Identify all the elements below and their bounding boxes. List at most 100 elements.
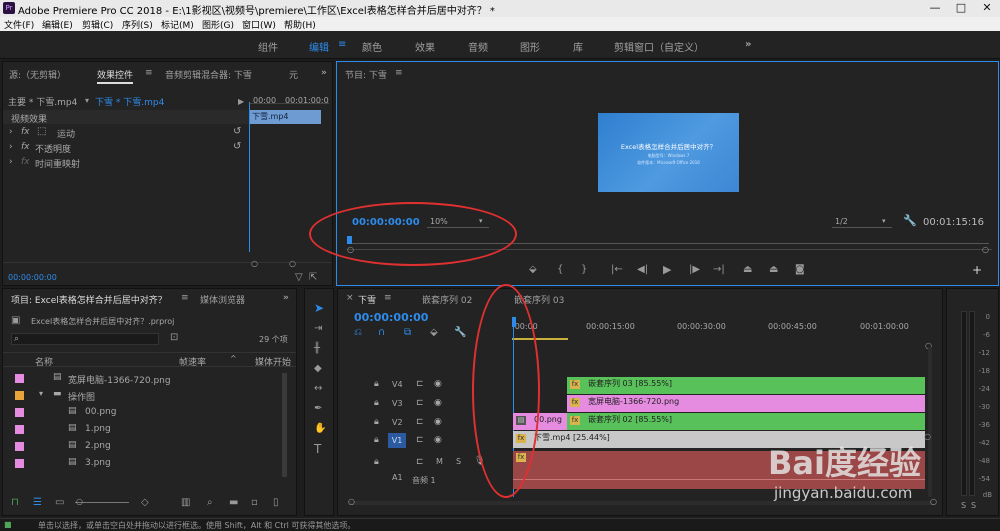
close-icon[interactable]: × [346,293,354,303]
maximize-button[interactable]: □ [948,0,974,16]
selection-tool-icon[interactable]: ➤ [314,302,324,314]
add-button-icon[interactable]: + [972,264,982,276]
clip-nested-02[interactable]: fx 嵌套序列 02 [85.55%] [567,413,925,430]
go-to-in-icon[interactable]: |← [611,265,623,275]
lock-icon[interactable]: 🔒︎ [374,435,379,445]
list-item[interactable]: ▤ 00.png [3,405,281,420]
chevron-right-icon[interactable]: › [9,157,13,167]
new-bin-icon[interactable]: ▬ [229,498,238,508]
lock-icon[interactable]: 🔒︎ [374,417,379,427]
menu-sequence[interactable]: 序列(S) [122,18,153,31]
play-icon[interactable]: ▶ [663,264,671,275]
wrench-icon[interactable]: 🔧 [454,328,466,338]
list-item[interactable]: ▾ ▬ 操作图 [3,388,281,403]
automate-icon[interactable]: ▥ [181,498,190,508]
timeline-ruler[interactable]: :00:00 00:00:15:00 00:00:30:00 00:00:45:… [512,308,926,343]
eye-icon[interactable]: ◉ [434,435,442,445]
tab-menu-icon[interactable]: ≡ [145,68,153,78]
step-forward-icon[interactable]: |▶ [689,265,700,275]
mark-out-icon[interactable]: } [581,265,587,275]
panel-more-icon[interactable]: » [321,68,327,78]
col-media-start[interactable]: 媒体开始 [255,355,291,368]
menu-graphics[interactable]: 图形(G) [202,18,234,31]
nest-icon[interactable]: ⎌ [354,328,362,338]
master-clip-label[interactable]: 主要 * 下雪.mp4 [8,95,77,108]
ripple-edit-icon[interactable]: ╫ [314,344,320,354]
mark-in-icon[interactable]: { [557,265,563,275]
workspace-editing[interactable]: 编辑 [309,39,329,54]
type-icon[interactable]: T [314,443,321,455]
add-marker-icon[interactable]: ⬙ [529,265,537,275]
tab-sequence-main[interactable]: 下雪 [358,293,376,306]
go-to-out-icon[interactable]: →| [713,265,725,275]
project-scrollbar[interactable] [282,373,287,477]
tab-menu-icon[interactable]: ≡ [384,293,392,303]
reset-icon[interactable]: ↺ [233,126,241,137]
menu-file[interactable]: 文件(F) [4,18,34,31]
sort-icons-icon[interactable]: ◇ [141,498,149,508]
step-back-icon[interactable]: ◀| [637,265,648,275]
sort-icon[interactable]: ^ [230,354,237,363]
tab-menu-icon[interactable]: ≡ [181,293,189,303]
new-bin-icon[interactable]: ⊡ [170,333,178,343]
effect-row-opacity[interactable]: › fx 不透明度 ↺ [3,141,332,156]
trash-icon[interactable]: ▯ [273,498,279,508]
search-input[interactable]: ⌕ [11,333,159,345]
lift-icon[interactable]: ⏏ [743,265,752,275]
effect-timecode[interactable]: 00:00:00:00 [8,273,57,282]
reset-icon[interactable]: ↺ [233,141,241,152]
tab-media-browser[interactable]: 媒体浏览器 [200,293,245,306]
workspace-menu-icon[interactable]: ≡ [338,39,346,50]
sync-icon[interactable]: ⊏ [416,417,424,427]
eye-icon[interactable]: ◉ [434,417,442,427]
workspace-assembly[interactable]: 组件 [258,39,278,54]
export-icon[interactable]: ⇱ [309,273,317,283]
camera-icon[interactable]: ◙ [795,265,805,275]
solo-left-icon[interactable]: S [961,501,966,511]
workspace-effects[interactable]: 效果 [415,39,435,54]
list-item[interactable]: ▤ 3.png [3,456,281,471]
menu-help[interactable]: 帮助(H) [284,18,316,31]
scroll-handle-icon[interactable]: ○ [930,497,937,507]
chevron-right-icon[interactable]: › [9,142,13,152]
close-button[interactable]: ✕ [974,0,1000,16]
icon-view-icon[interactable]: ▭ [55,498,64,508]
workspace-audio[interactable]: 音频 [468,39,488,54]
scroll-handle-icon[interactable]: ○ [924,432,931,442]
zoom-slider[interactable] [75,502,129,503]
solo-right-icon[interactable]: S [971,501,976,511]
sync-icon[interactable]: ⊏ [416,398,424,408]
tab-nested-02[interactable]: 嵌套序列 02 [422,293,472,306]
transform-icon[interactable]: ⬚ [37,126,46,137]
menu-clip[interactable]: 剪辑(C) [82,18,113,31]
snap-icon[interactable]: ∩ [378,328,385,338]
sync-icon[interactable]: ⊏ [416,457,424,467]
wrench-icon[interactable]: 🔧 [903,215,917,226]
zoom-handle-icon[interactable]: ○ [289,259,296,269]
tab-menu-icon[interactable]: ≡ [395,68,403,78]
clip-label[interactable]: 下雪 * 下雪.mp4 [95,95,164,108]
clip-nested-03[interactable]: fx 嵌套序列 03 [85.55%] [567,377,925,394]
eye-icon[interactable]: ◉ [434,398,442,408]
tab-source[interactable]: 源:（无剪辑） [9,68,66,81]
workspace-custom[interactable]: 剪辑窗口（自定义） [614,39,704,54]
track-target-v1[interactable]: V1 [388,433,406,448]
workspace-libraries[interactable]: 库 [573,39,583,54]
zoom-handle-icon[interactable]: ○ [251,259,258,269]
lock-icon[interactable]: 🔒︎ [374,398,379,408]
menu-edit[interactable]: 编辑(E) [42,18,73,31]
effect-row-time-remap[interactable]: › fx 时间重映射 [3,156,332,171]
scroll-handle-icon[interactable]: ○ [348,497,355,507]
lock-icon[interactable]: 🔒︎ [374,379,379,389]
workspace-more-icon[interactable]: » [745,39,751,50]
lock-icon[interactable]: ⊓ [11,498,19,508]
lock-icon[interactable]: 🔒︎ [374,457,379,467]
sync-icon[interactable]: ⊏ [416,379,424,389]
menu-window[interactable]: 窗口(W) [242,18,276,31]
play-only-icon[interactable]: ▶ [238,97,244,107]
program-tab[interactable]: 节目: 下雪 [345,68,387,81]
list-item[interactable]: ▤ 2.png [3,439,281,454]
chevron-down-icon[interactable]: ▾ [85,96,89,106]
panel-more-icon[interactable]: » [283,293,289,303]
effect-row-motion[interactable]: › fx ⬚ 运动 ↺ [3,126,332,141]
